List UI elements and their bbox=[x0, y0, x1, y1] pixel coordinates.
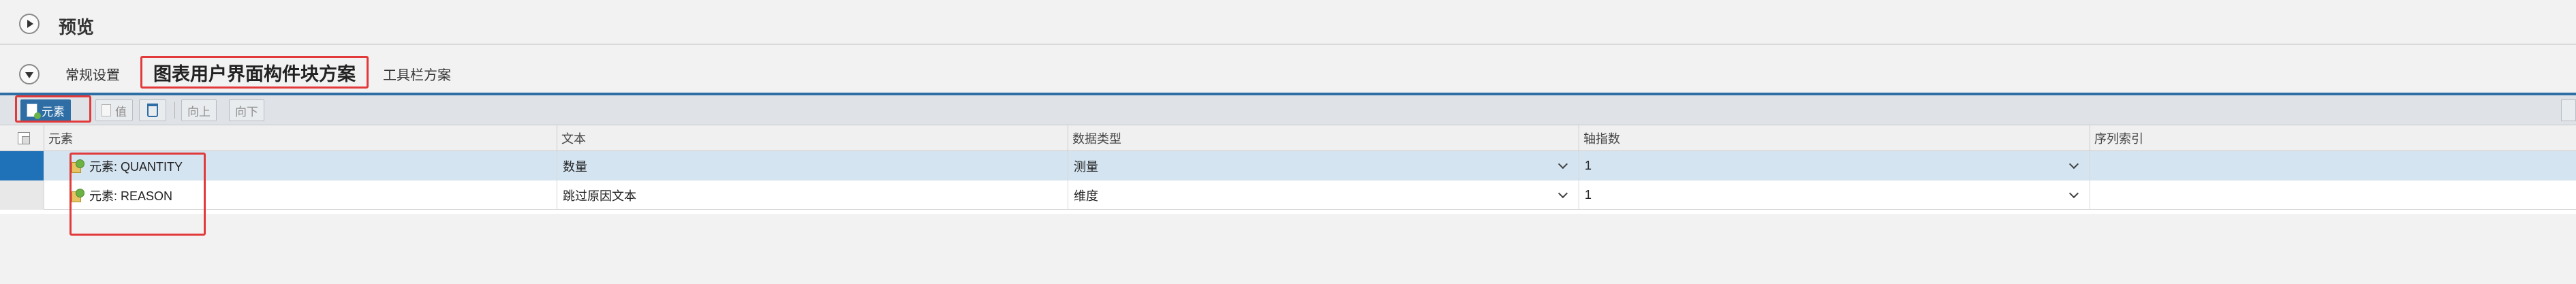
preview-header: 预览 bbox=[0, 0, 2576, 45]
dropdown-chevron-icon bbox=[1557, 159, 1568, 170]
move-up-button[interactable]: 向上 bbox=[181, 99, 217, 121]
value-icon bbox=[102, 104, 111, 116]
tab-general-settings[interactable]: 常规设置 bbox=[65, 60, 120, 87]
data-type-dropdown[interactable]: 测量 bbox=[1068, 151, 1579, 180]
column-header-text[interactable]: 文本 bbox=[557, 125, 1068, 151]
delete-icon bbox=[147, 104, 158, 117]
toolbar-settings-button[interactable] bbox=[2561, 99, 2576, 121]
select-all-button[interactable] bbox=[0, 125, 44, 151]
collapse-toggle-icon[interactable] bbox=[19, 64, 40, 84]
tab-chart-ui-building-block-scheme[interactable]: 图表用户界面构件块方案 bbox=[140, 56, 369, 89]
text-cell[interactable]: 跳过原因文本 bbox=[557, 180, 1068, 210]
axis-index-value: 1 bbox=[1585, 159, 1592, 172]
series-index-cell[interactable] bbox=[2090, 151, 2576, 180]
axis-index-dropdown[interactable]: 1 bbox=[1579, 180, 2090, 210]
column-header-data-type[interactable]: 数据类型 bbox=[1068, 125, 1579, 151]
dropdown-chevron-icon bbox=[2068, 159, 2079, 170]
value-label: 值 bbox=[115, 105, 127, 119]
data-type-value: 维度 bbox=[1074, 189, 1098, 203]
series-index-cell[interactable] bbox=[2090, 180, 2576, 210]
tab-toolbar-scheme[interactable]: 工具栏方案 bbox=[383, 60, 451, 87]
column-header-element[interactable]: 元素 bbox=[44, 125, 557, 151]
tabs-bar: 常规设置 图表用户界面构件块方案 工具栏方案 bbox=[0, 45, 2576, 94]
dropdown-chevron-icon bbox=[2068, 188, 2079, 199]
dropdown-chevron-icon bbox=[1557, 188, 1568, 199]
text-cell[interactable]: 数量 bbox=[557, 151, 1068, 180]
table-row[interactable]: 元素: REASON 跳过原因文本 维度 1 bbox=[0, 180, 2576, 210]
row-selector[interactable] bbox=[0, 180, 44, 210]
data-type-value: 测量 bbox=[1074, 159, 1098, 174]
column-header-axis-index[interactable]: 轴指数 bbox=[1579, 125, 2090, 151]
table-header: 元素 文本 数据类型 轴指数 序列索引 bbox=[0, 125, 2576, 151]
elements-table: 元素 文本 数据类型 轴指数 序列索引 元素: QUANTITY 数量 测量 1… bbox=[0, 125, 2576, 214]
expand-toggle-icon[interactable] bbox=[19, 14, 40, 34]
value-button[interactable]: 值 bbox=[95, 99, 133, 121]
toolbar: 元素 值 向上 向下 bbox=[0, 95, 2576, 125]
column-header-series-index[interactable]: 序列索引 bbox=[2090, 125, 2576, 151]
highlight-element-button bbox=[15, 95, 91, 123]
move-down-button[interactable]: 向下 bbox=[229, 99, 264, 121]
axis-index-dropdown[interactable]: 1 bbox=[1579, 151, 2090, 180]
axis-index-value: 1 bbox=[1585, 188, 1592, 202]
highlight-element-rows bbox=[69, 153, 206, 236]
toolbar-separator bbox=[174, 102, 175, 119]
data-type-dropdown[interactable]: 维度 bbox=[1068, 180, 1579, 210]
select-all-icon bbox=[18, 132, 30, 144]
page-title: 预览 bbox=[59, 17, 95, 37]
delete-button[interactable] bbox=[139, 99, 166, 121]
row-selector[interactable] bbox=[0, 151, 44, 180]
table-row[interactable]: 元素: QUANTITY 数量 测量 1 bbox=[0, 151, 2576, 180]
